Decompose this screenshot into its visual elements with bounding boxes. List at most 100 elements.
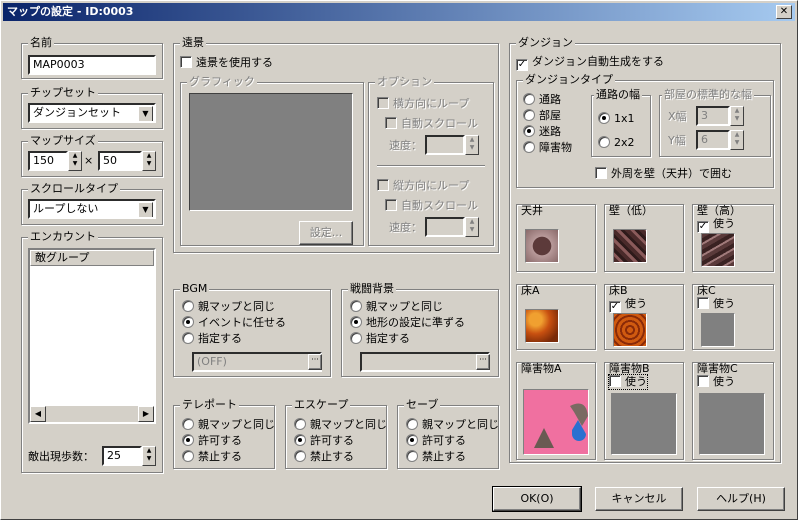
battle-bg-option-parent[interactable]: 親マップと同じ [350, 300, 443, 314]
escape-option-allow[interactable]: 許可する [294, 434, 354, 448]
obstacle-b-use-checkbox[interactable]: 使う [608, 374, 648, 390]
type-maze-radio[interactable]: 迷路 [523, 125, 561, 139]
save-opt1-label: 親マップと同じ [422, 418, 499, 431]
help-button[interactable]: ヘルプ(H) [697, 487, 785, 511]
enemy-group-list[interactable]: 敵グループ ◀ ▶ [28, 248, 156, 424]
map-height-spinner[interactable]: ▲ ▼ [142, 151, 156, 171]
battle-bg-browse-button[interactable]: ··· [476, 354, 490, 370]
map-width-spinner[interactable]: ▲ ▼ [68, 151, 82, 171]
x-width-input[interactable]: 3 [696, 106, 730, 126]
floor-c-label: 床C [697, 284, 716, 297]
chipset-select[interactable]: ダンジョンセット ▼ [28, 103, 156, 123]
save-option-deny[interactable]: 禁止する [406, 450, 466, 464]
y-width-input[interactable]: 6 [696, 130, 730, 150]
width-2x2-radio[interactable]: 2x2 [598, 136, 635, 150]
obstacle-b-label: 障害物B [609, 362, 650, 375]
obstacle-c-tile-group: 障害物C 使う [692, 362, 774, 460]
radio-icon [406, 450, 418, 462]
battle-opt1-label: 親マップと同じ [366, 300, 443, 313]
dungeon-auto-checkbox[interactable]: ✓ ダンジョン自動生成をする [516, 55, 664, 71]
bgm-option-event[interactable]: イベントに任せる [182, 316, 286, 330]
radio-icon [294, 418, 306, 430]
x-width-spinner[interactable]: ▲ ▼ [730, 106, 744, 126]
obstacle-a-tile[interactable] [523, 389, 589, 455]
ceiling-tile[interactable] [525, 229, 559, 263]
type-obstacle-radio[interactable]: 障害物 [523, 141, 572, 155]
floor-b-tile[interactable] [613, 313, 647, 347]
list-header[interactable]: 敵グループ [30, 250, 154, 266]
save-opt2-label: 許可する [422, 434, 466, 447]
scroll-right-icon[interactable]: ▶ [138, 406, 154, 422]
battle-bg-option-terrain[interactable]: 地形の設定に準ずる [350, 316, 465, 330]
width-1x1-radio[interactable]: 1x1 [598, 112, 635, 126]
divider [377, 165, 485, 167]
vspeed-input[interactable] [425, 217, 465, 237]
scroll-select[interactable]: ループしない ▼ [28, 199, 156, 219]
save-option-parent[interactable]: 親マップと同じ [406, 418, 499, 432]
type-maze-label: 迷路 [539, 125, 561, 138]
ceiling-label: 天井 [521, 204, 543, 217]
floor-c-tile[interactable] [701, 313, 735, 347]
floor-a-label: 床A [521, 284, 540, 297]
set-graphic-button[interactable]: 設定... [299, 221, 353, 245]
y-width-spinner[interactable]: ▲ ▼ [730, 130, 744, 150]
escape-option-deny[interactable]: 禁止する [294, 450, 354, 464]
use-label: 使う [713, 375, 735, 388]
surround-wall-checkbox[interactable]: 外周を壁（天井）で囲む [595, 167, 732, 181]
horizontal-scrollbar[interactable]: ◀ ▶ [30, 406, 154, 422]
floor-b-use-checkbox[interactable]: ✓ 使う [609, 297, 647, 313]
bgm-opt3-label: 指定する [198, 332, 242, 345]
title-bar: マップの設定 - ID:0003 ✕ [3, 3, 795, 21]
steps-label: 敵出現歩数： [28, 450, 94, 463]
type-room-radio[interactable]: 部屋 [523, 109, 561, 123]
hscroll-checkbox[interactable]: 自動スクロール [385, 117, 478, 131]
vloop-checkbox[interactable]: 縦方向にループ [377, 179, 469, 193]
escape-option-parent[interactable]: 親マップと同じ [294, 418, 387, 432]
vspeed-spinner[interactable]: ▲ ▼ [465, 217, 479, 237]
scroll-left-icon[interactable]: ◀ [30, 406, 46, 422]
radio-icon [406, 418, 418, 430]
bgm-option-parent[interactable]: 親マップと同じ [182, 300, 275, 314]
steps-spinner[interactable]: ▲ ▼ [142, 446, 156, 466]
map-width-input[interactable]: 150 [28, 151, 68, 171]
radio-icon [350, 332, 362, 344]
teleport-opt3-label: 禁止する [198, 450, 242, 463]
vscroll-checkbox[interactable]: 自動スクロール [385, 199, 478, 213]
cancel-button[interactable]: キャンセル [595, 487, 683, 511]
hspeed-spinner[interactable]: ▲ ▼ [465, 135, 479, 155]
chevron-down-icon[interactable]: ▼ [138, 106, 153, 121]
type-corridor-radio[interactable]: 通路 [523, 93, 561, 107]
teleport-opt1-label: 親マップと同じ [198, 418, 275, 431]
bgm-option-specify[interactable]: 指定する [182, 332, 242, 346]
floor-b-tile-group: 床B ✓ 使う [604, 284, 684, 350]
chevron-down-icon[interactable]: ▼ [138, 202, 153, 217]
wall-low-tile[interactable] [613, 229, 647, 263]
corridor-width-label: 通路の幅 [594, 88, 642, 102]
ok-button[interactable]: OK(O) [492, 486, 582, 512]
vspeed-label: 速度： [389, 221, 422, 234]
floor-c-use-checkbox[interactable]: 使う [697, 297, 735, 311]
checkbox-icon [377, 97, 389, 109]
save-option-allow[interactable]: 許可する [406, 434, 466, 448]
battle-bg-option-specify[interactable]: 指定する [350, 332, 410, 346]
parallax-use-checkbox[interactable]: 遠景を使用する [180, 56, 273, 70]
steps-input[interactable]: 25 [102, 446, 142, 466]
name-input[interactable]: MAP0003 [28, 55, 156, 75]
close-button[interactable]: ✕ [776, 5, 792, 19]
obstacle-b-tile[interactable] [611, 393, 677, 455]
floor-a-tile[interactable] [525, 309, 559, 343]
wall-high-use-checkbox[interactable]: ✓ 使う [697, 217, 735, 233]
hspeed-input[interactable] [425, 135, 465, 155]
map-height-input[interactable]: 50 [98, 151, 142, 171]
hspeed-label: 速度： [389, 139, 422, 152]
obstacle-c-tile[interactable] [699, 393, 765, 455]
obstacle-c-use-checkbox[interactable]: 使う [697, 375, 735, 389]
teleport-option-allow[interactable]: 許可する [182, 434, 242, 448]
hloop-checkbox[interactable]: 横方向にループ [377, 97, 469, 111]
room-size-group: 部屋の標準的な幅 X幅 3 ▲ ▼ Y幅 6 ▲ ▼ [659, 88, 771, 157]
surround-wall-label: 外周を壁（天井）で囲む [611, 167, 732, 180]
wall-high-tile[interactable] [701, 233, 735, 267]
teleport-option-parent[interactable]: 親マップと同じ [182, 418, 275, 432]
bgm-browse-button[interactable]: ··· [308, 354, 322, 370]
teleport-option-deny[interactable]: 禁止する [182, 450, 242, 464]
